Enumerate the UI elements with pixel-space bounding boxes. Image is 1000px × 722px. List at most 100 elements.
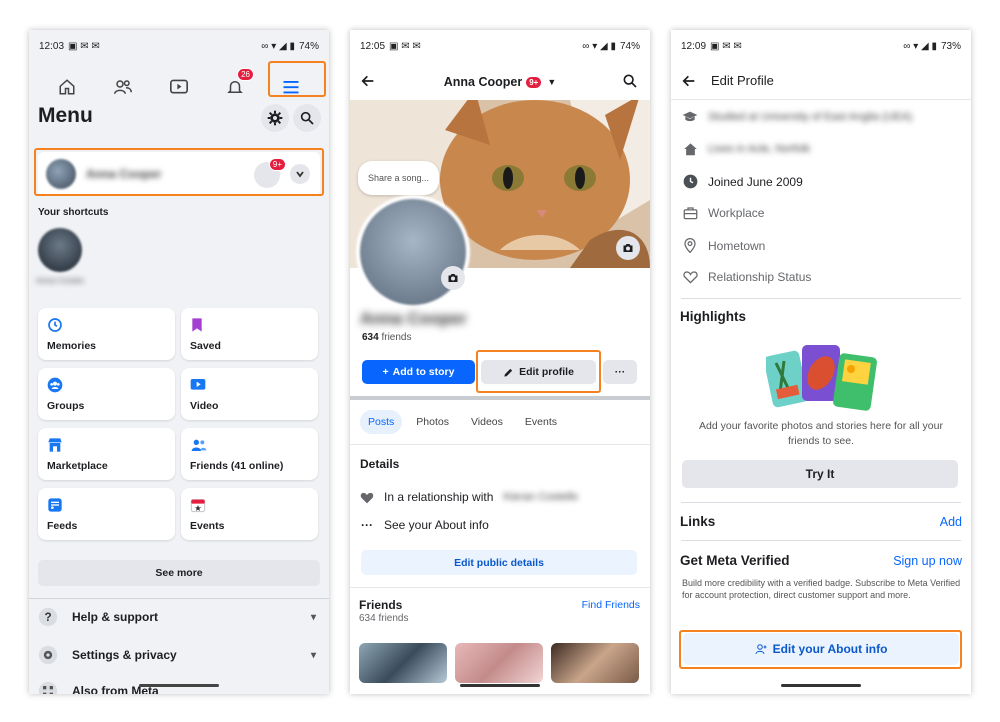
- clock-icon: [47, 317, 63, 333]
- help-label: Help & support: [72, 610, 158, 624]
- joined-text: Joined June 2009: [708, 174, 803, 189]
- chevron-down-icon: ▾: [310, 649, 316, 661]
- help-support-row[interactable]: ? Help & support ▾: [38, 602, 320, 632]
- page-title: Edit Profile: [711, 73, 774, 88]
- battery-level: 74%: [619, 40, 640, 52]
- friends-icon: [114, 80, 132, 94]
- meta-verified-description: Build more credibility with a verified b…: [682, 578, 961, 600]
- divider: [29, 598, 329, 599]
- friends-heading: Friends: [359, 598, 403, 612]
- plus-icon: +: [382, 366, 389, 378]
- see-more-button[interactable]: See more: [38, 560, 320, 586]
- shortcuts-heading: Your shortcuts: [38, 207, 109, 218]
- signal-icons: ∞ ▾ ◢ ▮: [261, 40, 295, 52]
- details-heading: Details: [360, 457, 400, 471]
- status-time: 12:09: [681, 40, 707, 52]
- search-button[interactable]: [293, 104, 321, 132]
- tile-memories[interactable]: Memories: [38, 308, 175, 360]
- sign-up-now-link[interactable]: Sign up now: [893, 554, 962, 568]
- phone-menu-screen: 12:03 ▣ ✉ ✉ ∞ ▾ ◢ ▮ 74% 26 Menu Anna Coo…: [29, 30, 329, 694]
- tile-marketplace[interactable]: Marketplace: [38, 428, 175, 480]
- status-time: 12:03: [39, 40, 65, 52]
- avatar-camera-button[interactable]: [441, 266, 465, 290]
- add-to-story-button[interactable]: + Add to story: [362, 360, 475, 384]
- phone-edit-profile-screen: 12:09 ▣ ✉ ✉ ∞ ▾ ◢ ▮ 73% Edit Profile Studi…: [671, 30, 971, 694]
- divider: [350, 444, 650, 445]
- studied-text: Studied at University of East Anglia (UE…: [708, 111, 913, 123]
- friends-icon: [190, 437, 208, 453]
- friends-tab[interactable]: [108, 72, 138, 102]
- info-relationship[interactable]: Relationship Status: [682, 270, 811, 284]
- try-it-button[interactable]: Try It: [682, 460, 958, 488]
- friend-thumbnail[interactable]: [359, 643, 447, 683]
- status-bar: 12:05 ▣ ✉ ✉ ∞ ▾ ◢ ▮ 74%: [350, 30, 650, 62]
- battery-level: 73%: [940, 40, 961, 52]
- cover-camera-button[interactable]: [616, 236, 640, 260]
- gear-icon: [267, 110, 283, 126]
- more-options-button[interactable]: ···: [603, 360, 637, 384]
- notification-icons: ▣ ✉ ✉: [389, 40, 421, 52]
- tile-label: Events: [190, 520, 225, 532]
- location-pin-icon: [682, 238, 698, 253]
- tile-label: Video: [190, 400, 219, 412]
- info-lives[interactable]: Lives in Acle, Norfolk: [682, 142, 810, 156]
- heart-icon: [360, 492, 374, 503]
- tab-photos[interactable]: Photos: [408, 410, 457, 434]
- header-name[interactable]: Anna Cooper: [444, 75, 522, 89]
- relationship-name[interactable]: Kieran Costello: [503, 491, 578, 503]
- tile-label: Saved: [190, 340, 221, 352]
- find-friends-link[interactable]: Find Friends: [582, 599, 640, 611]
- video-tab[interactable]: [164, 72, 194, 102]
- highlights-description: Add your favorite photos and stories her…: [699, 420, 943, 447]
- shortcut-avatar[interactable]: [38, 228, 82, 272]
- settings-button[interactable]: [261, 104, 289, 132]
- search-icon[interactable]: [622, 73, 638, 89]
- question-icon: ?: [38, 607, 58, 627]
- edit-public-details-button[interactable]: Edit public details: [361, 550, 637, 575]
- share-song-bubble[interactable]: Share a song...: [358, 161, 440, 195]
- dots-icon: ···: [361, 518, 373, 532]
- gesture-bar: [139, 684, 219, 687]
- add-link-button[interactable]: Add: [940, 515, 962, 529]
- phone-profile-screen: 12:05▣ ✉ ✉ ∞ ▾ ◢ ▮74% Anna Cooper 9+ ▼: [350, 30, 650, 694]
- info-workplace[interactable]: Workplace: [682, 206, 764, 220]
- search-icon: [300, 111, 314, 125]
- friends-count[interactable]: 634 friends: [362, 332, 411, 343]
- graduation-cap-icon: [682, 110, 698, 124]
- info-hometown[interactable]: Hometown: [682, 238, 765, 253]
- profile-avatar[interactable]: [356, 195, 470, 309]
- tile-groups[interactable]: Groups: [38, 368, 175, 420]
- tile-saved[interactable]: Saved: [181, 308, 318, 360]
- settings-privacy-row[interactable]: Settings & privacy ▾: [38, 640, 320, 670]
- shortcut-name: Kieran Costello: [36, 278, 84, 285]
- friend-thumbnail[interactable]: [455, 643, 543, 683]
- see-about-row[interactable]: ··· See your About info: [360, 518, 489, 532]
- home-tab[interactable]: [52, 72, 82, 102]
- friends-number: 634: [362, 332, 379, 343]
- tile-events[interactable]: Events: [181, 488, 318, 540]
- clock-icon: [682, 174, 698, 189]
- chevron-down-icon: ▾: [310, 611, 316, 623]
- header-badge: 9+: [526, 76, 542, 88]
- relationship-row: In a relationship with Kieran Costello: [360, 490, 578, 504]
- back-arrow-icon[interactable]: [360, 73, 376, 89]
- relationship-text: Relationship Status: [708, 270, 812, 284]
- notifications-tab[interactable]: 26: [220, 68, 254, 102]
- tab-posts[interactable]: Posts: [360, 410, 403, 434]
- status-bar: 12:03 ▣ ✉ ✉ ∞ ▾ ◢ ▮ 74%: [29, 30, 329, 62]
- caret-down-icon[interactable]: ▼: [547, 77, 556, 87]
- friend-thumbnail[interactable]: [551, 643, 639, 683]
- tile-friends[interactable]: Friends (41 online): [181, 428, 318, 480]
- tile-feeds[interactable]: Feeds: [38, 488, 175, 540]
- friends-subtitle: 634 friends: [359, 613, 409, 624]
- tile-video[interactable]: Video: [181, 368, 318, 420]
- tab-videos[interactable]: Videos: [463, 410, 511, 434]
- info-studied[interactable]: Studied at University of East Anglia (UE…: [682, 110, 912, 124]
- tab-events[interactable]: Events: [517, 410, 565, 434]
- calendar-icon: [190, 497, 206, 513]
- back-arrow-icon[interactable]: [681, 73, 697, 89]
- notification-icons: ▣ ✉ ✉: [68, 40, 100, 52]
- highlight-edit-profile: [476, 350, 601, 393]
- section-divider: [350, 396, 650, 400]
- tile-label: Memories: [47, 340, 97, 352]
